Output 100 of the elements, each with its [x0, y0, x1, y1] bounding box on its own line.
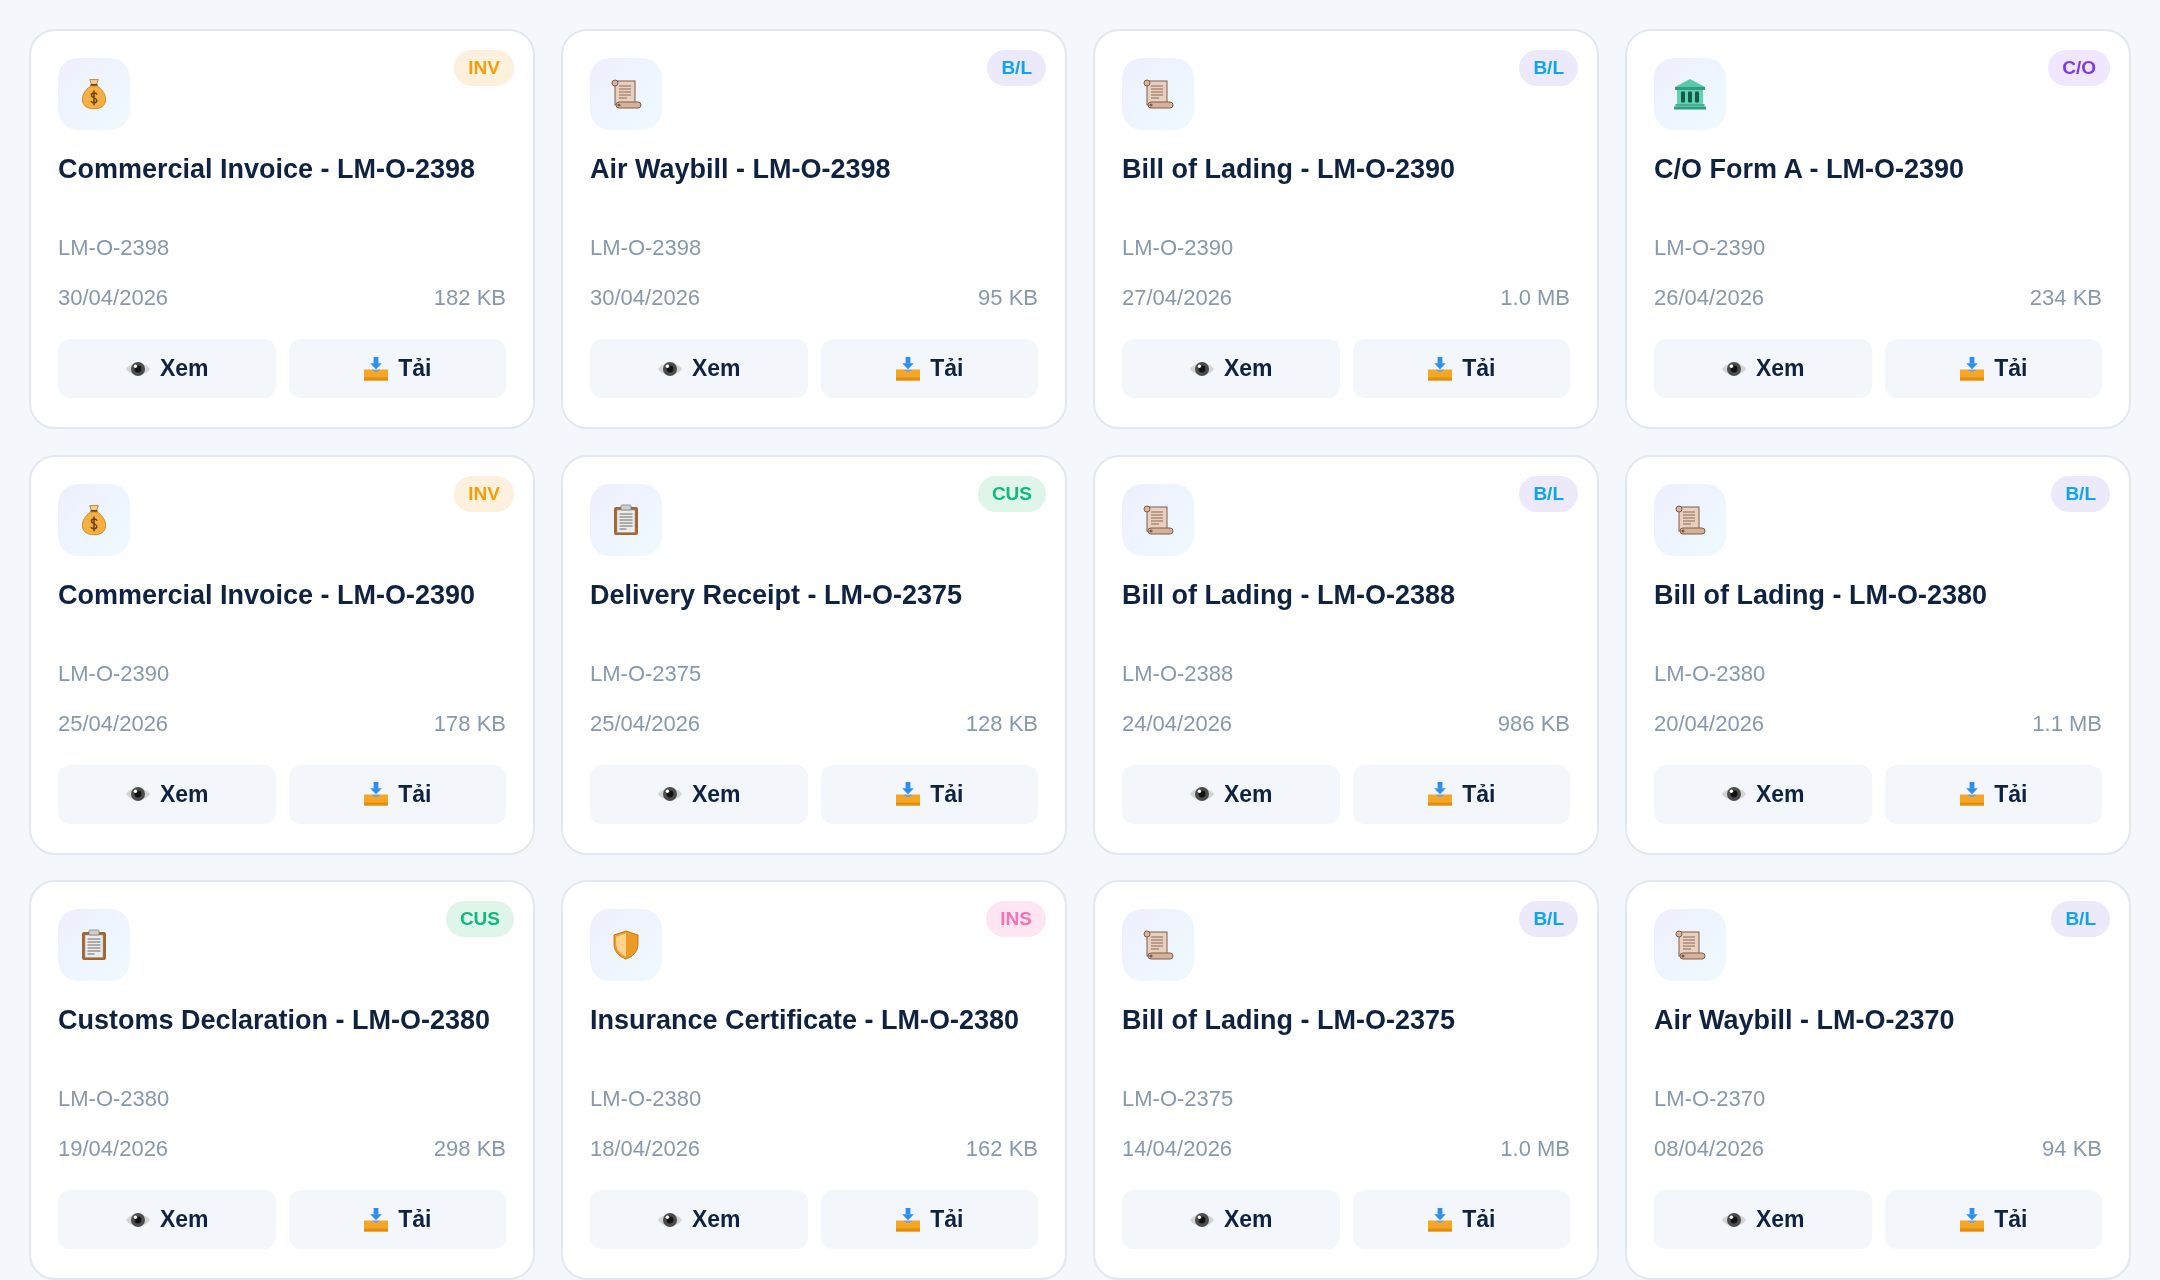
inbox-tray-icon: [1959, 782, 1986, 806]
file-size: 178 KB: [433, 709, 506, 738]
scroll-icon: [1654, 483, 1726, 556]
document-type-tag: C/O: [2048, 50, 2110, 86]
inbox-tray-icon: [1427, 1207, 1454, 1232]
money-bag-icon: [58, 483, 130, 556]
document-title: Insurance Certificate - LM-O-2380: [590, 1004, 1021, 1037]
view-button[interactable]: Xem: [58, 1190, 276, 1249]
clipboard-icon: [590, 483, 662, 556]
view-button[interactable]: Xem: [1122, 1190, 1340, 1249]
inbox-tray-icon: [1959, 356, 1986, 381]
order-number: LM-O-2380: [1654, 659, 1766, 688]
file-size: 1.0 MB: [1500, 284, 1570, 312]
document-type-tag: INV: [454, 50, 514, 86]
money-bag-icon: [58, 58, 130, 130]
upload-date: 25/04/2026: [590, 709, 701, 738]
eye-icon: [656, 359, 683, 378]
eye-icon: [124, 1210, 151, 1229]
document-type-tag: INS: [986, 901, 1046, 937]
document-type-tag: CUS: [445, 901, 514, 937]
document-title: Commercial Invoice - LM-O-2398: [58, 153, 477, 186]
view-button[interactable]: Xem: [1122, 764, 1340, 824]
download-button[interactable]: Tải: [1884, 339, 2102, 398]
document-title: Air Waybill - LM-O-2370: [1654, 1004, 1956, 1037]
view-button[interactable]: Xem: [58, 339, 276, 398]
order-number: LM-O-2375: [1122, 1085, 1234, 1113]
view-button[interactable]: Xem: [58, 764, 276, 824]
download-button[interactable]: Tải: [288, 1190, 506, 1249]
scroll-icon: [590, 58, 662, 130]
view-button[interactable]: Xem: [590, 764, 808, 824]
inbox-tray-icon: [895, 356, 922, 381]
download-button[interactable]: Tải: [288, 764, 506, 824]
scroll-icon: [1122, 483, 1194, 556]
download-button[interactable]: Tải: [820, 1190, 1038, 1249]
order-number: LM-O-2380: [590, 1085, 702, 1113]
shield-icon: [590, 909, 662, 981]
order-number: LM-O-2390: [1654, 234, 1766, 262]
download-button[interactable]: Tải: [1352, 339, 1570, 398]
document-type-tag: B/L: [2051, 901, 2110, 937]
upload-date: 27/04/2026: [1122, 284, 1233, 312]
document-type-tag: INV: [454, 475, 514, 512]
inbox-tray-icon: [1959, 1207, 1986, 1232]
view-button[interactable]: Xem: [1654, 1190, 1872, 1249]
inbox-tray-icon: [895, 782, 922, 806]
eye-icon: [656, 785, 683, 803]
eye-icon: [1720, 359, 1747, 378]
document-title: Commercial Invoice - LM-O-2390: [58, 578, 477, 612]
order-number: LM-O-2370: [1654, 1085, 1766, 1113]
download-button[interactable]: Tải: [820, 339, 1038, 398]
upload-date: 14/04/2026: [1122, 1135, 1233, 1163]
view-button[interactable]: Xem: [590, 1190, 808, 1249]
file-size: 986 KB: [1497, 709, 1570, 738]
eye-icon: [656, 1210, 683, 1229]
view-button[interactable]: Xem: [1654, 764, 1872, 824]
file-size: 182 KB: [433, 284, 506, 312]
file-size: 95 KB: [978, 284, 1038, 312]
document-title: Customs Declaration - LM-O-2380: [58, 1004, 492, 1037]
document-type-tag: B/L: [1519, 475, 1578, 512]
upload-date: 30/04/2026: [58, 284, 169, 312]
building-icon: [1654, 58, 1726, 130]
clipboard-icon: [58, 909, 130, 981]
download-button[interactable]: Tải: [1352, 764, 1570, 824]
file-size: 94 KB: [2042, 1135, 2102, 1163]
download-button[interactable]: Tải: [288, 339, 506, 398]
upload-date: 25/04/2026: [58, 709, 169, 738]
download-button[interactable]: Tải: [1884, 764, 2102, 824]
order-number: LM-O-2375: [590, 659, 702, 688]
document-type-tag: B/L: [2051, 475, 2110, 512]
file-size: 128 KB: [965, 709, 1038, 738]
eye-icon: [1720, 785, 1747, 803]
download-button[interactable]: Tải: [820, 764, 1038, 824]
view-button[interactable]: Xem: [1122, 339, 1340, 398]
upload-date: 30/04/2026: [590, 284, 701, 312]
order-number: LM-O-2398: [590, 234, 702, 262]
download-button[interactable]: Tải: [1352, 1190, 1570, 1249]
inbox-tray-icon: [895, 1207, 922, 1232]
view-button[interactable]: Xem: [1654, 339, 1872, 398]
order-number: LM-O-2390: [1122, 234, 1234, 262]
document-title: Bill of Lading - LM-O-2380: [1654, 578, 1988, 612]
file-size: 1.1 MB: [2032, 709, 2102, 738]
view-button[interactable]: Xem: [590, 339, 808, 398]
scroll-icon: [1122, 909, 1194, 981]
document-type-tag: CUS: [977, 475, 1046, 512]
eye-icon: [124, 785, 151, 803]
eye-icon: [1188, 785, 1215, 803]
upload-date: 24/04/2026: [1122, 709, 1233, 738]
inbox-tray-icon: [1427, 356, 1454, 381]
file-size: 1.0 MB: [1500, 1135, 1570, 1163]
download-button[interactable]: Tải: [1884, 1190, 2102, 1249]
inbox-tray-icon: [363, 782, 390, 806]
upload-date: 08/04/2026: [1654, 1135, 1765, 1163]
eye-icon: [1188, 359, 1215, 378]
file-size: 162 KB: [965, 1135, 1038, 1163]
order-number: LM-O-2398: [58, 234, 170, 262]
order-number: LM-O-2390: [58, 659, 170, 688]
upload-date: 20/04/2026: [1654, 709, 1765, 738]
document-type-tag: B/L: [987, 50, 1046, 86]
eye-icon: [1188, 1210, 1215, 1229]
inbox-tray-icon: [363, 1207, 390, 1232]
eye-icon: [124, 359, 151, 378]
